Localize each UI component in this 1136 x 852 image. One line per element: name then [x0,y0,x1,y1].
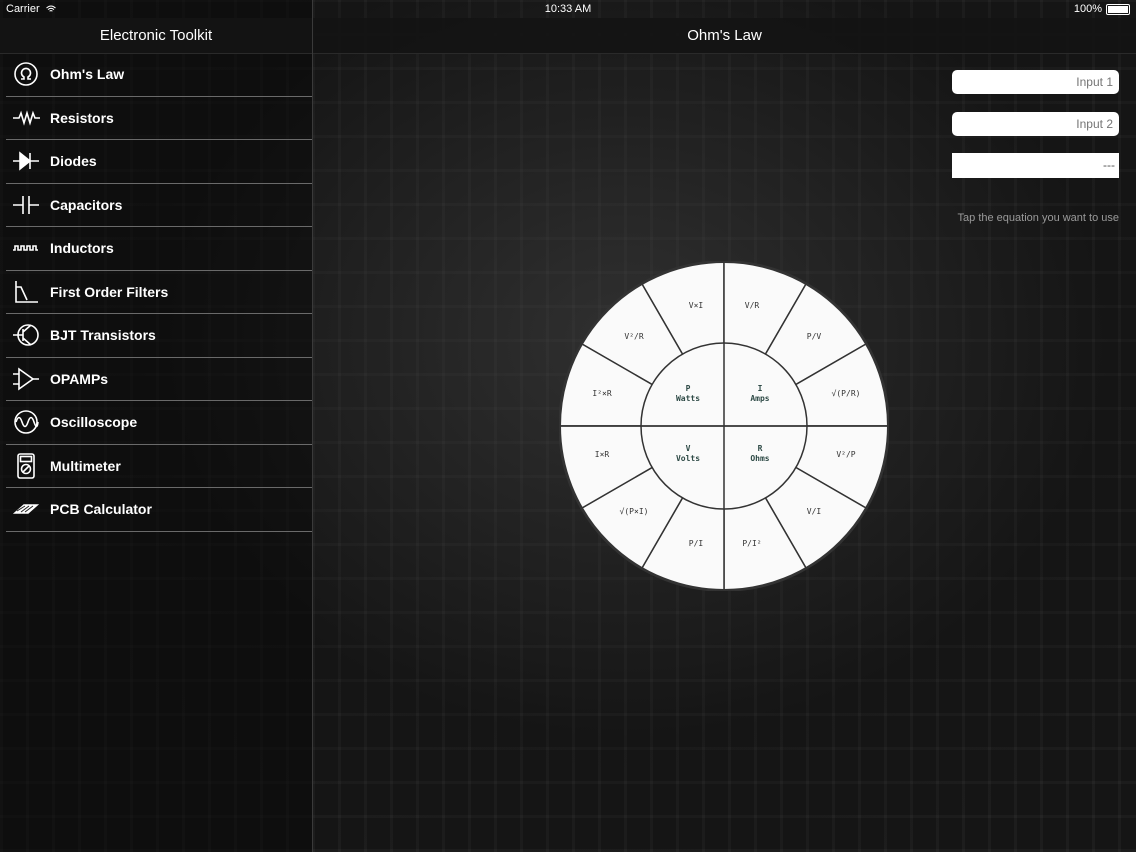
sidebar-item-label: First Order Filters [50,283,169,300]
sidebar: Electronic Toolkit Ohm's Law Resistors D… [0,0,313,852]
hint-text: Tap the equation you want to use [957,212,1119,224]
pcb-icon [10,496,42,522]
label-v-ir: I×R [595,450,610,459]
sidebar-item-label: Diodes [50,153,97,170]
diode-icon [10,148,42,174]
sidebar-item-opamps[interactable]: OPAMPs [6,358,312,401]
core-p-symbol: P [686,384,691,393]
sidebar-item-label: BJT Transistors [50,327,156,344]
sidebar-menu: Ohm's Law Resistors Diodes Capacitors In… [0,53,312,532]
label-i-vr: V/R [745,301,760,310]
clock: 10:33 AM [544,3,592,15]
sidebar-item-first-order-filters[interactable]: First Order Filters [6,271,312,314]
label-r-v2p: V²/P [836,450,855,459]
label-p-vi: V×I [689,301,704,310]
sidebar-item-inductors[interactable]: Inductors [6,227,312,271]
label-v-sqrt-pi: √(P×I) [620,507,649,516]
core-v-symbol: V [686,444,691,453]
sidebar-item-diodes[interactable]: Diodes [6,140,312,184]
sidebar-item-label: Oscilloscope [50,414,138,431]
sidebar-item-label: OPAMPs [50,370,109,387]
page-title: Ohm's Law [313,18,1136,54]
transistor-icon [10,322,42,348]
sidebar-item-ohms-law[interactable]: Ohm's Law [6,53,312,97]
inductor-icon [10,235,42,261]
label-r-vi: V/I [807,507,822,516]
result-field: --- [952,153,1119,178]
sidebar-item-label: PCB Calculator [50,501,152,518]
capacitor-icon [10,192,42,218]
sidebar-item-oscilloscope[interactable]: Oscilloscope [6,401,312,445]
filter-icon [10,279,42,305]
core-r-symbol: R [758,444,763,453]
label-p-i2r: I²×R [592,389,611,398]
core-v-unit: Volts [676,454,700,463]
label-p-v2r: V²/R [624,332,643,341]
label-r-pi2: P/I² [742,539,761,548]
resistor-icon [10,105,42,131]
sidebar-item-label: Inductors [50,240,114,257]
sidebar-item-label: Ohm's Law [50,66,125,83]
opamp-icon [10,366,42,392]
sidebar-title: Electronic Toolkit [0,18,312,54]
sidebar-item-multimeter[interactable]: Multimeter [6,445,312,488]
battery-icon [1106,3,1130,15]
sidebar-item-capacitors[interactable]: Capacitors [6,184,312,227]
ohms-law-wheel: P Watts I Amps V Volts R Ohms V×I V²/R I… [559,261,889,591]
ohm-icon [10,61,42,87]
sidebar-item-resistors[interactable]: Resistors [6,97,312,140]
sidebar-item-bjt-transistors[interactable]: BJT Transistors [6,314,312,358]
core-r-unit: Ohms [750,454,769,463]
input-2-field[interactable] [952,112,1119,136]
label-i-sqrt-pr: √(P/R) [832,389,861,398]
core-i-unit: Amps [750,394,769,403]
multimeter-icon [10,452,42,479]
sidebar-item-label: Capacitors [50,196,123,213]
sidebar-item-label: Multimeter [50,457,121,474]
sidebar-item-pcb-calculator[interactable]: PCB Calculator [6,488,312,532]
status-bar: Carrier 10:33 AM 100% [0,0,1136,18]
core-p-unit: Watts [676,394,700,403]
oscilloscope-icon [10,409,42,435]
sidebar-item-label: Resistors [50,109,114,126]
label-v-pi: P/I [689,539,704,548]
input-1-field[interactable] [952,70,1119,94]
label-i-pv: P/V [807,332,822,341]
battery-percent: 100% [1073,3,1102,15]
battery-status: 100% [1074,3,1130,15]
core-i-symbol: I [758,384,763,393]
